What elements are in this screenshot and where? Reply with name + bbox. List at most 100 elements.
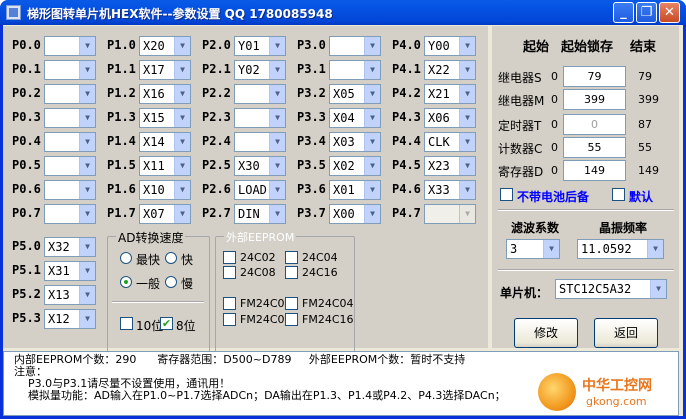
port-select[interactable]: X30 ▼ <box>234 156 286 176</box>
port-select[interactable]: ▼ <box>44 180 96 200</box>
port-select[interactable]: X14 ▼ <box>139 132 191 152</box>
port-value: X07 <box>143 207 165 221</box>
col-header-start: 起始 <box>523 40 550 55</box>
chevron-down-icon: ▼ <box>364 181 380 199</box>
port-label: P5.2 <box>12 287 41 301</box>
port-select[interactable]: X05 ▼ <box>329 84 381 104</box>
range-save-input[interactable]: 149 <box>563 160 626 181</box>
port-select[interactable]: ▼ <box>329 36 381 56</box>
eeprom-option-label: FM24C02 <box>240 297 292 310</box>
range-save-input[interactable]: 399 <box>563 89 626 110</box>
port-select[interactable]: X04 ▼ <box>329 108 381 128</box>
close-icon[interactable]: ✕ <box>659 2 680 23</box>
port-select[interactable]: X11 ▼ <box>139 156 191 176</box>
chevron-down-icon: ▼ <box>79 181 95 199</box>
radio-slow[interactable] <box>165 276 177 288</box>
range-start: 0 <box>551 141 558 154</box>
log-line: 内部EEPROM个数：290 寄存器范围：D500~D789 外部EEPROM个… <box>14 353 466 366</box>
chevron-down-icon: ▼ <box>174 85 190 103</box>
back-button[interactable]: 返回 <box>594 318 658 348</box>
eeprom-checkbox[interactable] <box>285 313 298 326</box>
eeprom-checkbox[interactable] <box>223 251 236 264</box>
port-label: P4.2 <box>392 86 421 100</box>
mcu-select[interactable]: STC12C5A32 ▼ <box>555 279 667 299</box>
chevron-down-icon: ▼ <box>79 85 95 103</box>
port-select[interactable]: X01 ▼ <box>329 180 381 200</box>
filter-select[interactable]: 3 ▼ <box>506 239 560 259</box>
no-battery-checkbox[interactable] <box>500 188 513 201</box>
default-label: 默认 <box>629 190 654 204</box>
default-checkbox[interactable] <box>612 188 625 201</box>
port-select[interactable]: X17 ▼ <box>139 60 191 80</box>
port-label: P2.0 <box>202 38 231 52</box>
checkbox-8bit[interactable]: ✔ <box>160 317 173 330</box>
port-select[interactable]: X06 ▼ <box>424 108 476 128</box>
port-select[interactable]: X16 ▼ <box>139 84 191 104</box>
port-value: X31 <box>48 264 70 278</box>
port-select[interactable]: ▼ <box>44 36 96 56</box>
port-select[interactable]: CLK ▼ <box>424 132 476 152</box>
port-select[interactable]: ▼ <box>234 108 286 128</box>
port-select[interactable]: ▼ <box>44 132 96 152</box>
crystal-select[interactable]: 11.0592 ▼ <box>577 239 664 259</box>
port-select[interactable]: X00 ▼ <box>329 204 381 224</box>
range-save-input[interactable]: 79 <box>563 66 626 87</box>
chevron-down-icon: ▼ <box>459 133 475 151</box>
port-select[interactable]: X31 ▼ <box>44 261 96 281</box>
port-select[interactable]: Y02 ▼ <box>234 60 286 80</box>
minimize-icon[interactable]: _ <box>613 2 634 23</box>
eeprom-checkbox[interactable] <box>285 251 298 264</box>
port-label: P1.3 <box>107 110 136 124</box>
port-select[interactable]: ▼ <box>329 60 381 80</box>
modify-button[interactable]: 修改 <box>514 318 578 348</box>
chevron-down-icon: ▼ <box>459 61 475 79</box>
eeprom-checkbox[interactable] <box>285 266 298 279</box>
port-select[interactable]: X21 ▼ <box>424 84 476 104</box>
eeprom-option-label: 24C16 <box>302 266 338 279</box>
eeprom-checkbox[interactable] <box>285 297 298 310</box>
port-select[interactable]: ▼ <box>234 84 286 104</box>
port-select[interactable]: ▼ <box>44 60 96 80</box>
port-label: P5.1 <box>12 263 41 277</box>
eeprom-checkbox[interactable] <box>223 313 236 326</box>
port-select[interactable]: ▼ <box>44 84 96 104</box>
radio-fast[interactable] <box>165 252 177 264</box>
port-select[interactable]: X12 ▼ <box>44 309 96 329</box>
port-select[interactable]: X03 ▼ <box>329 132 381 152</box>
port-select[interactable]: ▼ <box>234 132 286 152</box>
chevron-down-icon: ▼ <box>174 109 190 127</box>
port-select[interactable]: X13 ▼ <box>44 285 96 305</box>
eeprom-checkbox[interactable] <box>223 266 236 279</box>
port-value: X14 <box>143 135 165 149</box>
eeprom-checkbox[interactable] <box>223 297 236 310</box>
port-select[interactable]: DIN ▼ <box>234 204 286 224</box>
port-label: P0.7 <box>12 206 41 220</box>
port-select[interactable]: ▼ <box>44 108 96 128</box>
port-value: X17 <box>143 63 165 77</box>
range-start: 0 <box>551 93 558 106</box>
port-select[interactable]: Y00 ▼ <box>424 36 476 56</box>
port-select[interactable]: X23 ▼ <box>424 156 476 176</box>
radio-normal[interactable] <box>120 276 132 288</box>
range-save-input[interactable]: 55 <box>563 137 626 158</box>
port-select[interactable]: Y01 ▼ <box>234 36 286 56</box>
port-select[interactable]: LOAD ▼ <box>234 180 286 200</box>
port-select[interactable]: X33 ▼ <box>424 180 476 200</box>
port-select[interactable]: X22 ▼ <box>424 60 476 80</box>
range-save-input[interactable]: 0 <box>563 114 626 135</box>
port-select[interactable]: X10 ▼ <box>139 180 191 200</box>
port-select[interactable]: X20 ▼ <box>139 36 191 56</box>
radio-fastest[interactable] <box>120 252 132 264</box>
checkbox-10bit[interactable] <box>120 317 133 330</box>
mcu-value: STC12C5A32 <box>559 282 632 296</box>
port-select[interactable]: X15 ▼ <box>139 108 191 128</box>
port-select[interactable]: X07 ▼ <box>139 204 191 224</box>
port-label: P1.4 <box>107 134 136 148</box>
port-select[interactable]: ▼ <box>44 156 96 176</box>
restore-icon[interactable]: ❐ <box>636 2 657 23</box>
range-label: 计数器C <box>498 142 543 156</box>
port-select[interactable]: X02 ▼ <box>329 156 381 176</box>
port-select[interactable]: ▼ <box>44 204 96 224</box>
port-label: P3.4 <box>297 134 326 148</box>
port-select[interactable]: X32 ▼ <box>44 237 96 257</box>
